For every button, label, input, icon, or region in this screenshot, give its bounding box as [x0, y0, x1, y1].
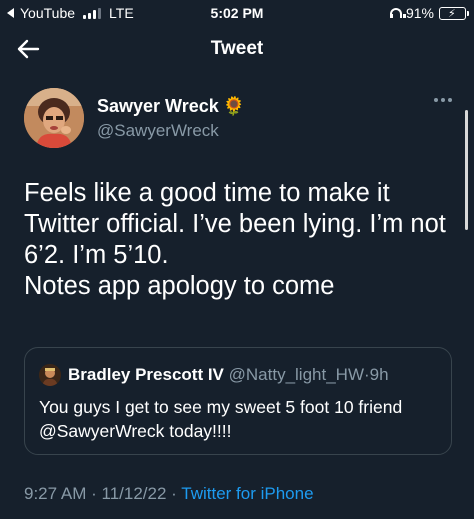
headphones-icon — [389, 7, 406, 19]
tweet-date: 11/12/22 — [101, 484, 167, 503]
quoted-tweet[interactable]: Bradley Prescott IV @Natty_light_HW·9h Y… — [24, 347, 452, 455]
tweet-source-link[interactable]: Twitter for iPhone — [181, 484, 313, 503]
tweet-text: Feels like a good time to make it Twitte… — [24, 179, 446, 300]
status-bar: YouTube LTE 5:02 PM 91% ⚡ — [0, 0, 474, 26]
quoted-author-handle: @Natty_light_HW — [228, 365, 364, 384]
tweet-meta: 9:27 AM · 11/12/22 · Twitter for iPhone — [24, 484, 314, 504]
status-right: 91% ⚡ — [389, 5, 469, 21]
author-name[interactable]: Sawyer Wreck — [97, 96, 219, 117]
quoted-age: 9h — [369, 365, 389, 384]
quoted-text: You guys I get to see my sweet 5 foot 10… — [39, 397, 403, 441]
more-options-icon[interactable] — [434, 98, 452, 102]
quoted-header: Bradley Prescott IV @Natty_light_HW·9h — [68, 365, 389, 385]
meta-separator-2: · — [171, 484, 177, 503]
charging-bolt-icon: ⚡ — [448, 7, 456, 20]
author-handle[interactable]: @SawyerWreck — [97, 121, 219, 141]
battery-icon: ⚡ — [439, 6, 469, 20]
tweet-time: 9:27 AM — [24, 484, 87, 503]
avatar-image — [24, 88, 84, 148]
nav-header: Tweet — [0, 34, 474, 64]
author-name-row[interactable]: Sawyer Wreck 🌻 — [97, 96, 245, 117]
quoted-avatar — [39, 364, 61, 386]
quoted-avatar-image — [39, 364, 61, 386]
sunflower-badge-icon: 🌻 — [222, 96, 246, 116]
page-title: Tweet — [210, 38, 264, 59]
meta-separator: · — [91, 484, 97, 503]
scrollbar[interactable] — [465, 110, 468, 230]
quoted-author-name: Bradley Prescott IV — [68, 365, 224, 384]
battery-percent: 91% — [405, 5, 434, 21]
avatar[interactable] — [24, 88, 84, 148]
